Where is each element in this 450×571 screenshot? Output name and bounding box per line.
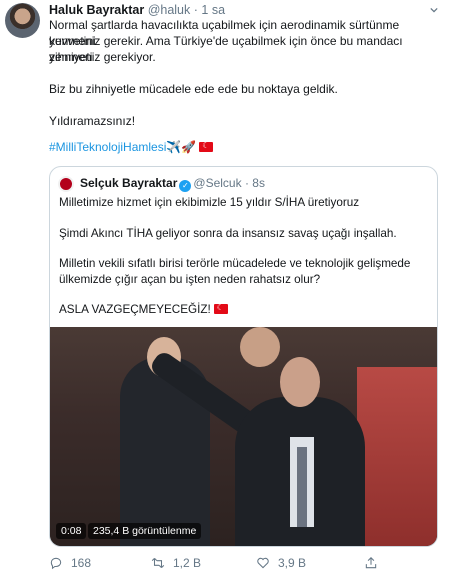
retweet-count: 1,2 B [173, 556, 202, 570]
quoted-text-line: Milletin vekili sıfatlı birisi terörle m… [59, 257, 411, 270]
retweet-icon [151, 557, 165, 569]
quoted-tweet[interactable]: Selçuk Bayraktar ✓ @Selcuk · 8s Milletimiz… [49, 166, 438, 547]
author-avatar[interactable] [5, 3, 40, 38]
author-handle[interactable]: @haluk [148, 3, 191, 17]
header-separator: · [193, 3, 198, 17]
tweet-time[interactable]: 1 sa [201, 3, 225, 17]
retweet-button[interactable]: 1,2 B [151, 556, 201, 570]
hashtag-line: #MilliTeknolojiHamlesi✈️🚀 [49, 139, 439, 155]
like-button[interactable]: 3,9 B [256, 556, 306, 570]
turkey-flag-icon [199, 141, 214, 152]
quoted-tweet-time[interactable]: 8s [252, 176, 265, 190]
video-views: 235,4 B görüntülenme [88, 523, 202, 539]
quoted-header-separator: · [244, 176, 249, 190]
tweet-header: Haluk Bayraktar @haluk · 1 sa [49, 2, 225, 18]
reply-count: 168 [71, 556, 92, 570]
video-duration: 0:08 [56, 523, 87, 539]
verified-icon: ✓ [179, 180, 192, 192]
chevron-down-icon[interactable] [430, 6, 438, 14]
video-person [240, 327, 280, 367]
like-count: 3,9 B [278, 556, 307, 570]
quoted-text-line: ASLA VAZGEÇMEYECEĞİZ! [59, 302, 431, 318]
quoted-text-caps: ASLA VAZGEÇMEYECEĞİZ! [59, 303, 211, 316]
tweet-text-line: yenmeniz gerekiyor. [49, 50, 156, 64]
emoji: ✈️🚀 [166, 140, 197, 154]
reply-button[interactable]: 168 [49, 556, 91, 570]
quoted-author-avatar[interactable] [58, 176, 74, 192]
share-button[interactable] [364, 556, 378, 570]
turkey-flag-icon [213, 303, 228, 314]
quoted-author-name[interactable]: Selçuk Bayraktar [80, 176, 177, 190]
tweet-text-line: Yıldıramazsınız! [49, 114, 136, 128]
quoted-author-handle[interactable]: @Selcuk [193, 176, 241, 190]
heart-icon [257, 557, 269, 569]
tweet: Haluk Bayraktar @haluk · 1 sa Normal şar… [0, 0, 450, 571]
tweet-text-line: Biz bu zihniyetle mücadele ede ede bu no… [49, 82, 338, 96]
video-seats [357, 367, 437, 546]
reply-icon [50, 557, 62, 570]
author-name[interactable]: Haluk Bayraktar [49, 3, 144, 17]
tweet-actions: 168 1,2 B 3,9 B [49, 556, 439, 571]
video-person [297, 447, 307, 527]
quoted-text-line: ülkemizde çığır açan bu işten neden raha… [59, 273, 321, 286]
video-player[interactable]: 0:08 235,4 B görüntülenme [50, 327, 437, 546]
share-icon [365, 557, 377, 569]
quoted-text-line: Milletimize hizmet için ekibimizle 15 yı… [59, 196, 360, 209]
quoted-text-line: Şimdi Akıncı TİHA geliyor sonra da insan… [59, 227, 397, 240]
quoted-tweet-header: Selçuk Bayraktar ✓ @Selcuk · 8s [80, 175, 265, 192]
hashtag-link[interactable]: #MilliTeknolojiHamlesi [49, 140, 166, 154]
video-person [280, 357, 320, 407]
